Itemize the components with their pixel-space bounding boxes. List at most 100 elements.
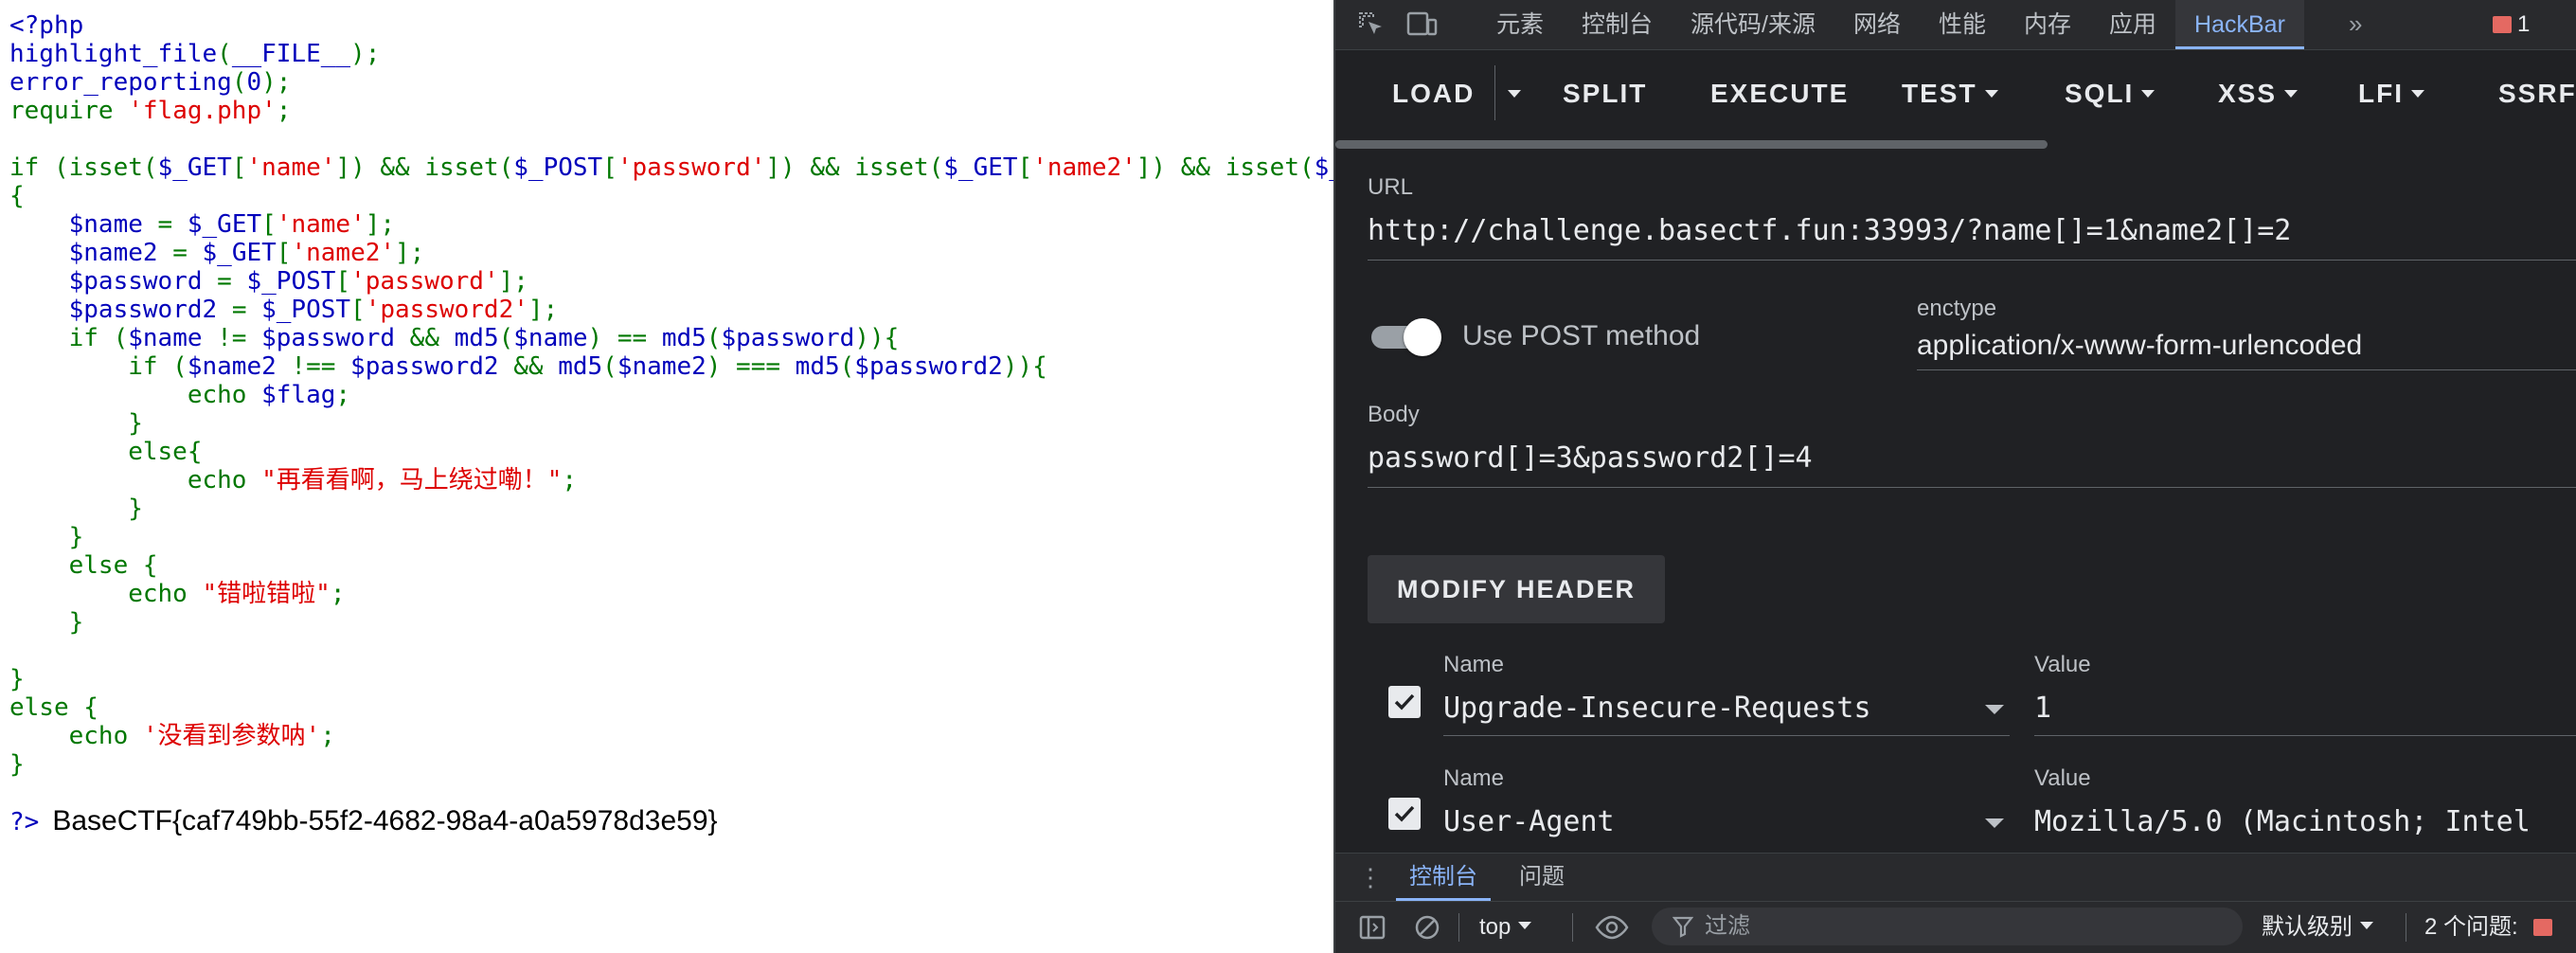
tab-network[interactable]: 网络 — [1834, 0, 1920, 49]
scrollbar-thumb[interactable] — [1335, 140, 2048, 149]
load-divider — [1494, 65, 1495, 120]
code-token: require — [9, 97, 129, 125]
tab-console[interactable]: 控制台 — [1563, 0, 1672, 49]
code-token: isset — [1225, 153, 1299, 182]
code-token: '没看到参数呐' — [142, 722, 321, 750]
tab-hackbar[interactable]: HackBar — [2175, 0, 2304, 49]
code-token: [ — [276, 239, 292, 267]
post-method-toggle[interactable] — [1371, 318, 1441, 356]
split-button[interactable]: SPLIT — [1563, 67, 1647, 120]
header-name-field[interactable]: Upgrade-Insecure-Requests — [1443, 692, 1879, 725]
clear-console-icon[interactable] — [1413, 913, 1441, 942]
header-enabled-checkbox[interactable] — [1388, 686, 1421, 718]
url-field[interactable]: http://challenge.basectf.fun:33993/?name… — [1368, 214, 2570, 247]
tab-memory[interactable]: 内存 — [2005, 0, 2090, 49]
code-line: if ($name != $password && md5($name) == … — [9, 324, 900, 352]
code-token: ; — [276, 97, 292, 125]
sqli-label: SQLI — [2065, 79, 2135, 108]
ssrf-menu-button[interactable]: SSRF — [2498, 67, 2576, 120]
code-token: [ — [602, 153, 617, 182]
code-token: $_POST — [246, 267, 336, 296]
code-line: else{ — [9, 438, 202, 466]
code-token: ]; — [528, 296, 559, 324]
code-line: } — [9, 665, 25, 693]
code-token: $flag — [261, 381, 336, 409]
hackbar-menu-scrollbar[interactable] — [1335, 137, 2576, 151]
devtools-tabs: 元素 控制台 源代码/来源 网络 性能 内存 应用 HackBar — [1477, 0, 2304, 49]
enctype-label: enctype — [1917, 296, 1997, 321]
code-token: 'name2' — [1032, 153, 1136, 182]
device-toolbar-icon[interactable] — [1405, 9, 1438, 40]
toolbar-divider — [1458, 913, 1459, 942]
test-label: TEST — [1902, 79, 1977, 108]
header-value-label: Value — [2034, 765, 2091, 791]
code-token: $_POST — [1314, 153, 1333, 182]
inspect-element-icon[interactable] — [1356, 9, 1386, 40]
code-token: $password2 — [854, 352, 1003, 381]
tab-sources[interactable]: 源代码/来源 — [1672, 0, 1834, 49]
code-token: } — [9, 750, 25, 779]
sidebar-toggle-icon[interactable] — [1358, 913, 1386, 942]
code-token: $name — [128, 324, 218, 352]
header-enabled-checkbox[interactable] — [1388, 798, 1421, 830]
code-line: else { — [9, 551, 158, 580]
code-token: isset — [854, 153, 929, 182]
lfi-menu-button[interactable]: LFI — [2358, 67, 2424, 120]
lfi-label: LFI — [2358, 79, 2404, 108]
eye-icon[interactable] — [1595, 913, 1629, 942]
context-selector[interactable]: top — [1479, 910, 1532, 944]
modify-header-button[interactable]: MODIFY HEADER — [1368, 555, 1665, 623]
code-token: isset — [424, 153, 499, 182]
chevron-down-icon[interactable] — [1985, 705, 2004, 714]
code-token: ; — [320, 722, 335, 750]
enctype-select[interactable]: application/x-www-form-urlencoded — [1917, 330, 2362, 362]
drawer-tab-console[interactable]: 控制台 — [1396, 854, 1491, 901]
code-token: ( — [498, 153, 514, 182]
code-token: ( — [231, 68, 247, 97]
xss-menu-button[interactable]: XSS — [2218, 67, 2299, 120]
chevron-down-icon — [1518, 922, 1532, 929]
issue-count-badge[interactable]: 1 — [2493, 11, 2530, 38]
code-line: $name2 = $_GET['name2']; — [9, 239, 425, 267]
code-token: $password2 — [68, 296, 232, 324]
chevron-down-icon[interactable] — [1985, 818, 2004, 828]
toggle-knob — [1404, 318, 1441, 356]
code-token: "错啦错啦" — [202, 580, 331, 608]
chevron-double-right-icon[interactable]: » — [2349, 0, 2362, 49]
code-token: __FILE__ — [231, 40, 351, 68]
url-label: URL — [1368, 174, 1414, 200]
load-dropdown-button[interactable] — [1500, 67, 1521, 120]
drawer-tab-issues[interactable]: 问题 — [1506, 854, 1578, 901]
header-name-field[interactable]: User-Agent — [1443, 805, 1879, 838]
body-field[interactable]: password[]=3&password2[]=4 — [1368, 441, 2570, 475]
code-token: highlight_file — [9, 40, 218, 68]
code-token: 'name' — [246, 153, 336, 182]
execute-button[interactable]: EXECUTE — [1710, 67, 1849, 120]
code-token: md5 — [795, 352, 840, 381]
code-line: highlight_file(__FILE__); — [9, 40, 380, 68]
code-line: echo '没看到参数呐'; — [9, 722, 335, 750]
tab-elements[interactable]: 元素 — [1477, 0, 1563, 49]
sqli-menu-button[interactable]: SQLI — [2065, 67, 2156, 120]
code-line: } — [9, 750, 25, 779]
tab-application[interactable]: 应用 — [2090, 0, 2175, 49]
tab-performance[interactable]: 性能 — [1920, 0, 2005, 49]
code-token: = — [172, 239, 203, 267]
header-value-field[interactable]: 1 — [2034, 692, 2576, 725]
code-token: $password — [261, 324, 410, 352]
console-filter-input[interactable]: 过滤 — [1652, 908, 2243, 945]
log-levels-dropdown[interactable]: 默认级别 — [2262, 910, 2373, 944]
header-value-field[interactable]: Mozilla/5.0 (Macintosh; Intel — [2034, 805, 2576, 838]
load-button[interactable]: LOAD — [1392, 67, 1475, 120]
code-token: 'flag.php' — [128, 97, 277, 125]
url-underline — [1368, 260, 2576, 261]
issues-counter[interactable]: 2 个问题: — [2424, 910, 2552, 944]
console-toolbar: top 过滤 默认级别 2 个问题: — [1335, 902, 2576, 953]
php-source-code: <?php highlight_file(__FILE__); error_re… — [9, 11, 1333, 779]
code-token: != — [217, 324, 262, 352]
more-vert-icon[interactable]: ⋮ — [1358, 865, 1383, 890]
code-token: $name2 — [617, 352, 707, 381]
test-menu-button[interactable]: TEST — [1902, 67, 1998, 120]
